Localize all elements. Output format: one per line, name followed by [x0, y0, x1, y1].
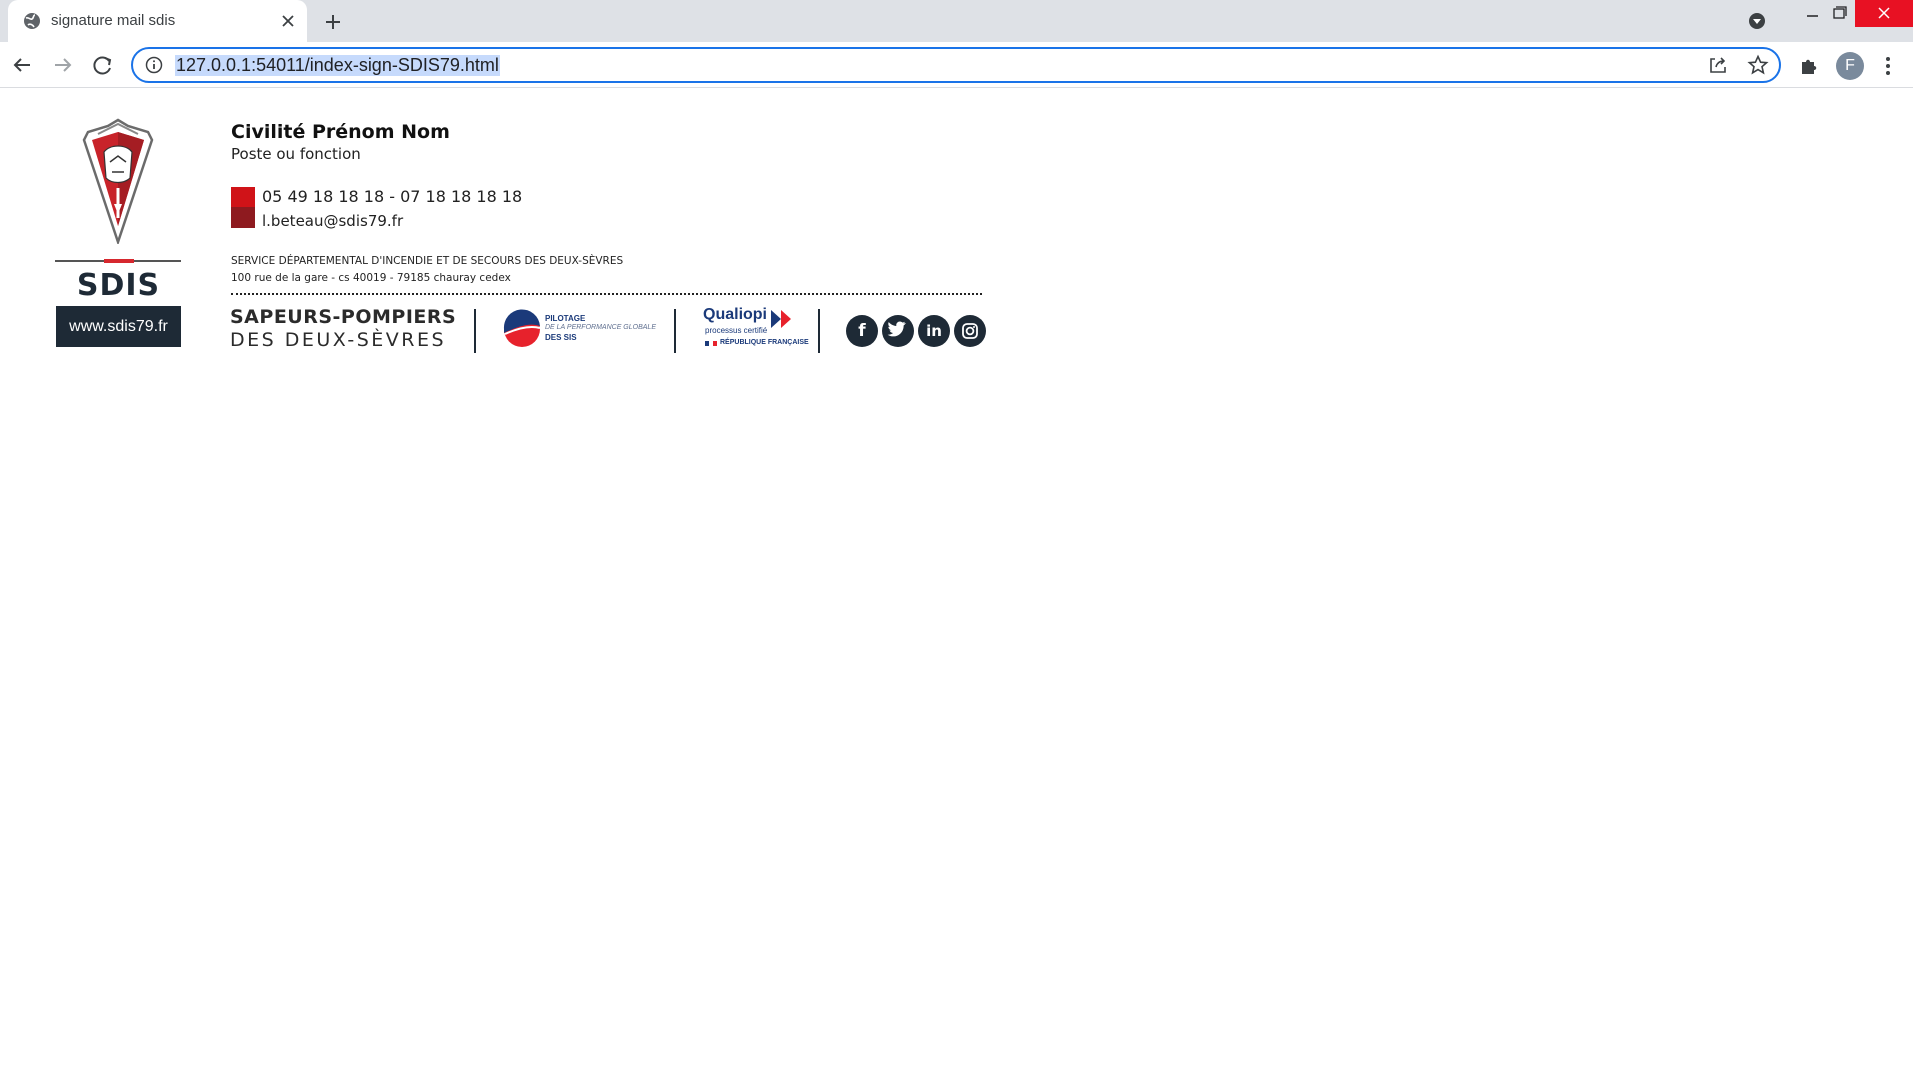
reload-icon[interactable] — [87, 49, 119, 81]
dotted-divider — [231, 293, 982, 295]
logo-separator — [674, 309, 676, 353]
logo-divider-accent — [104, 259, 134, 263]
qualiopi-republique: RÉPUBLIQUE FRANÇAISE — [720, 339, 809, 346]
more-menu-icon[interactable] — [1880, 52, 1896, 80]
close-tab-icon[interactable] — [276, 9, 300, 33]
qualiopi-subtitle: processus certifié — [705, 326, 768, 335]
extensions-icon[interactable] — [1797, 54, 1821, 78]
organization-name: SERVICE DÉPARTEMENTAL D'INCENDIE ET DE S… — [231, 255, 624, 267]
qualiopi-title: Qualiopi — [703, 306, 767, 323]
bookmark-star-icon[interactable] — [1747, 54, 1769, 76]
facebook-icon[interactable]: f — [846, 315, 878, 347]
email-link[interactable]: l.beteau@sdis79.fr — [262, 212, 403, 230]
pilotage-text-2: DE LA PERFORMANCE GLOBALE — [545, 324, 656, 331]
info-icon[interactable] — [145, 56, 163, 74]
tab-title: signature mail sdis — [51, 12, 176, 29]
back-arrow-icon[interactable] — [6, 49, 38, 81]
profile-avatar[interactable]: F — [1836, 52, 1864, 80]
french-flag-icon — [705, 341, 717, 346]
twitter-bird-glyph — [887, 321, 906, 337]
globe-icon — [24, 13, 40, 29]
new-tab-icon[interactable] — [320, 9, 346, 35]
pilotage-text-1: PILOTAGE — [545, 314, 586, 323]
logo-separator — [474, 309, 476, 353]
close-icon — [1878, 7, 1890, 19]
linkedin-icon[interactable]: in — [918, 315, 950, 347]
tab-search-icon[interactable] — [1746, 10, 1768, 32]
sdis-crest-logo — [82, 118, 154, 244]
url-text[interactable]: 127.0.0.1:54011/index-sign-SDIS79.html — [175, 55, 500, 76]
pilotage-logo-icon — [503, 309, 541, 347]
contact-accent-bar-bottom — [231, 207, 255, 228]
address-bar[interactable]: 127.0.0.1:54011/index-sign-SDIS79.html — [131, 47, 1781, 83]
instagram-icon[interactable] — [954, 315, 986, 347]
contact-accent-bar-top — [231, 187, 255, 207]
sapeurs-pompiers-line2: DES DEUX-SÈVRES — [230, 329, 447, 351]
phone-numbers: 05 49 18 18 18 - 07 18 18 18 18 — [262, 187, 523, 206]
forward-arrow-icon[interactable] — [47, 49, 79, 81]
browser-tab[interactable]: signature mail sdis — [8, 0, 307, 42]
person-name: Civilité Prénom Nom — [231, 121, 450, 143]
instagram-camera-glyph — [962, 323, 978, 339]
sapeurs-pompiers-line1: SAPEURS-POMPIERS — [230, 306, 457, 328]
signature-page: SDIS 79 www.sdis79.fr Civilité Prénom No… — [0, 88, 1913, 1074]
logo-separator — [818, 309, 820, 353]
twitter-icon[interactable] — [882, 315, 914, 347]
website-link[interactable]: www.sdis79.fr — [56, 306, 181, 347]
browser-toolbar: 127.0.0.1:54011/index-sign-SDIS79.html F — [0, 42, 1913, 88]
postal-address: 100 rue de la gare - cs 40019 - 79185 ch… — [231, 272, 511, 284]
tab-strip: signature mail sdis — [0, 0, 1913, 42]
qualiopi-arrows-icon — [771, 310, 791, 328]
pilotage-text-3: DES SIS — [545, 333, 577, 342]
share-icon[interactable] — [1707, 54, 1729, 76]
window-close-button[interactable] — [1855, 0, 1913, 27]
person-role: Poste ou fonction — [231, 145, 361, 163]
